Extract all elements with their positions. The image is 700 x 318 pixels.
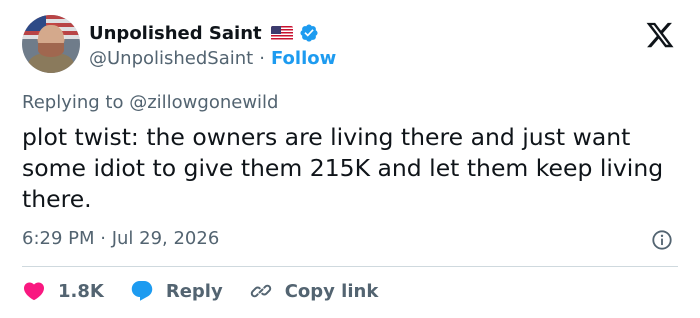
replying-to-label: Replying to [22,92,124,113]
user-handle[interactable]: @UnpolishedSaint [89,48,253,69]
reply-bubble-icon [131,281,153,301]
name-row: Unpolished Saint [89,20,319,46]
heart-icon [23,282,45,301]
avatar-beard [38,43,64,57]
divider [22,266,678,267]
copy-link-label: Copy link [284,280,379,302]
separator-dot: · [259,48,265,69]
reply-mention-link[interactable]: @zillowgonewild [129,92,278,113]
tweet-text: plot twist: the owners are living there … [22,123,664,213]
action-bar: 1.8K Reply Copy link [22,278,404,304]
info-icon[interactable] [651,229,673,251]
handle-row: @UnpolishedSaint · Follow [89,48,336,69]
reply-button[interactable]: Reply [130,279,223,303]
like-button[interactable]: 1.8K [22,279,104,303]
us-flag-icon [270,25,293,41]
display-name[interactable]: Unpolished Saint [89,23,262,44]
avatar[interactable] [22,15,80,73]
link-icon [250,284,271,298]
x-logo-icon[interactable] [643,20,677,50]
copy-link-button[interactable]: Copy link [249,279,379,303]
replying-to: Replying to @zillowgonewild [22,92,278,113]
tweet-timestamp[interactable]: 6:29 PM · Jul 29, 2026 [22,228,219,249]
like-count: 1.8K [58,280,104,302]
verified-icon [300,24,318,42]
reply-label: Reply [165,280,223,302]
follow-button[interactable]: Follow [271,48,336,69]
